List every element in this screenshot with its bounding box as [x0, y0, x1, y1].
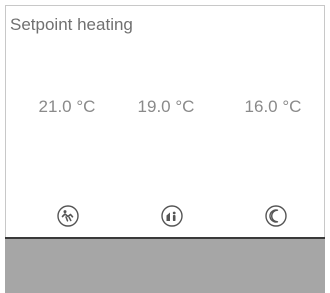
standby-setpoint-value[interactable]: 19.0 °C — [121, 97, 211, 117]
page-title: Setpoint heating — [10, 15, 133, 34]
standby-mode-button[interactable] — [159, 203, 185, 229]
comfort-icon — [57, 205, 79, 227]
footer-bar — [5, 237, 325, 293]
mode-icons — [6, 203, 324, 229]
comfort-setpoint-value[interactable]: 21.0 °C — [22, 97, 112, 117]
night-setpoint-value[interactable]: 16.0 °C — [228, 97, 318, 117]
standby-icon — [161, 205, 183, 227]
setpoint-heating-screen: Setpoint heating 21.0 °C 19.0 °C 16.0 °C — [0, 0, 330, 293]
moon-icon — [265, 205, 287, 227]
setpoint-values: 21.0 °C 19.0 °C 16.0 °C — [6, 97, 324, 123]
setpoint-panel: Setpoint heating 21.0 °C 19.0 °C 16.0 °C — [5, 5, 325, 237]
comfort-mode-button[interactable] — [55, 203, 81, 229]
night-mode-button[interactable] — [263, 203, 289, 229]
